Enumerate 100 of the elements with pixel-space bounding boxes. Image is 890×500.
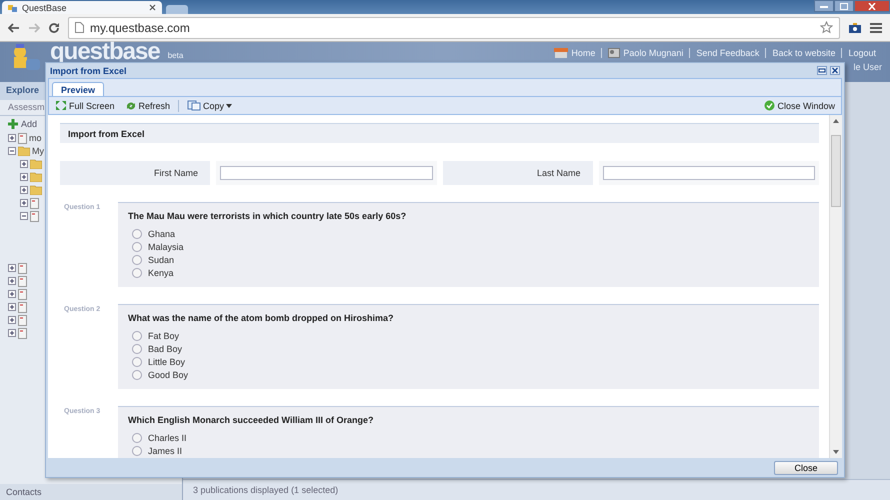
option-label[interactable]: Little Boy [148,356,186,366]
maximize-button[interactable] [834,0,854,12]
minimize-icon[interactable] [817,66,827,75]
plus-icon[interactable] [8,119,18,129]
field-label: Last Name [442,161,592,185]
radio-button[interactable] [132,370,142,380]
radio-button[interactable] [132,268,142,278]
add-label[interactable]: Add [21,119,38,129]
document-icon [18,288,27,300]
document-icon [18,314,27,326]
scroll-up-icon[interactable] [833,119,839,123]
document-icon [18,276,27,286]
document-icon [18,262,27,274]
house-icon [554,48,568,58]
radio-button[interactable] [132,344,142,354]
radio-button[interactable] [132,356,142,366]
radio-button[interactable] [132,432,142,442]
input-field[interactable] [602,166,815,180]
preview-tab[interactable]: Preview [52,82,104,96]
folder-icon [18,146,30,156]
folder-icon [30,159,42,169]
expand-icon[interactable] [20,186,28,194]
reload-icon[interactable] [48,22,60,34]
user-role: le User [853,62,882,72]
question-text: What was the name of the atom bomb dropped on Hiroshima? [128,313,395,323]
option-label[interactable]: Fat Boy [148,330,180,340]
beta-label: beta [168,51,184,60]
refresh-icon [124,100,137,110]
extension-icon[interactable] [848,22,862,34]
toolbar-button[interactable]: Full Screen [53,100,117,111]
scrollbar[interactable] [829,115,842,458]
close-icon[interactable] [149,4,156,11]
input-field[interactable] [220,166,432,180]
expand-icon[interactable] [20,160,28,168]
close-window-button[interactable]: Close Window [762,100,837,111]
expand-arrows-icon [55,100,67,111]
address-bar[interactable]: my.questbase.com [68,16,840,38]
document-icon [18,132,27,144]
expand-icon[interactable] [8,316,16,324]
option-label[interactable]: Malaysia [148,242,184,252]
toolbar-button[interactable]: Refresh [122,100,172,110]
tree-item-label[interactable]: My [32,146,44,156]
option-label[interactable]: James II [148,446,182,456]
contacts-label[interactable]: Contacts [0,484,182,500]
document-icon [18,328,27,338]
tab-title: QuestBase [22,2,68,12]
dialog-title: Import from Excel [50,66,128,76]
collapse-icon[interactable] [8,147,16,155]
expand-icon[interactable] [8,134,16,142]
question-text: Which English Monarch succeeded William III of Orange? [128,415,374,425]
document-icon [18,302,27,312]
option-label[interactable]: Sudan [148,254,174,264]
option-label[interactable]: Ghana [148,228,176,238]
expand-icon[interactable] [20,199,28,207]
scroll-down-icon[interactable] [833,450,839,454]
close-icon[interactable] [830,66,840,75]
radio-button[interactable] [132,242,142,252]
expand-icon[interactable] [8,303,16,311]
document-icon [30,210,39,222]
question-text: The Mau Mau were terrorists in which country late 50s early 60s? [128,211,408,221]
folder-icon [30,172,42,182]
collapse-icon[interactable] [20,212,28,220]
expand-icon[interactable] [8,290,16,298]
logo-text: questbase [50,42,160,62]
star-icon[interactable] [820,21,833,34]
close-icon [868,2,876,10]
minimize-icon [820,4,828,8]
browser-tab[interactable]: QuestBase [2,1,162,14]
status-text: 3 publications displayed (1 selected) [193,485,338,495]
tree-item-label[interactable]: mo [29,133,42,143]
maximize-icon [840,2,848,10]
document-icon [30,198,39,208]
folder-icon [30,185,42,195]
expand-icon[interactable] [8,329,16,337]
expand-icon[interactable] [20,173,28,181]
caret-icon [226,104,232,108]
close-button[interactable]: Close [774,460,838,474]
field-label: First Name [60,161,210,185]
scroll-thumb[interactable] [831,135,841,207]
option-label[interactable]: Good Boy [148,370,188,380]
toolbar-button[interactable]: Copy [185,100,234,111]
copy-icon [187,100,202,111]
page-icon [75,22,84,33]
radio-button[interactable] [132,446,142,456]
radio-button[interactable] [132,330,142,340]
form-heading: Import from Excel [60,123,819,143]
option-label[interactable]: Bad Boy [148,344,182,354]
minimize-button[interactable] [814,0,834,12]
expand-icon[interactable] [8,264,16,272]
radio-button[interactable] [132,254,142,264]
radio-button[interactable] [132,228,142,238]
favicon-icon [8,4,18,12]
back-icon[interactable] [8,22,20,32]
option-label[interactable]: Kenya [148,268,174,278]
option-label[interactable]: Charles II [148,432,187,442]
user-card-icon [608,48,620,58]
expand-icon[interactable] [8,277,16,285]
check-circle-icon [764,100,776,111]
close-button[interactable] [854,0,890,12]
menu-icon[interactable] [870,22,882,32]
